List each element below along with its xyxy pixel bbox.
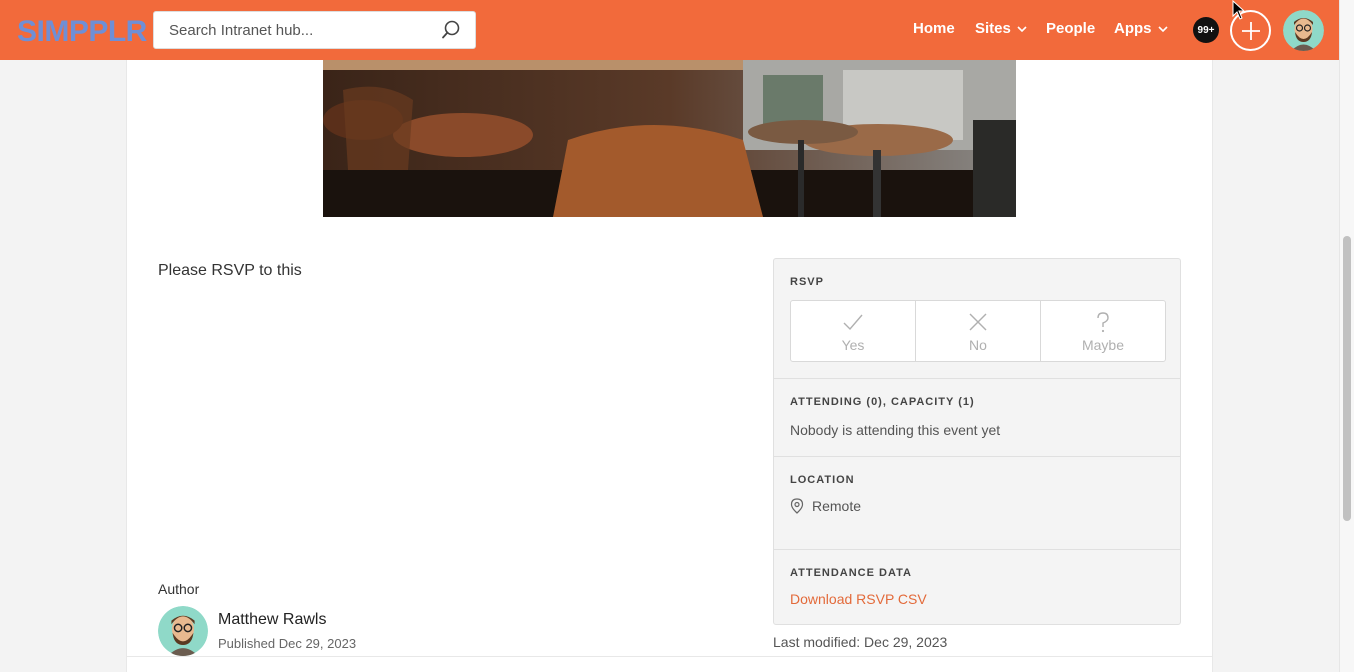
rsvp-no-label: No (969, 337, 987, 353)
section-divider (774, 378, 1180, 379)
question-icon (1097, 312, 1109, 333)
nav-home[interactable]: Home (913, 20, 955, 37)
rsvp-panel: RSVP Yes No Maybe ATTENDING (0), CAPACIT… (773, 258, 1181, 625)
rsvp-no-button[interactable]: No (916, 301, 1041, 361)
scrollbar-thumb[interactable] (1343, 236, 1351, 521)
logo[interactable]: SIMPPLR (17, 15, 147, 49)
close-icon (969, 313, 987, 331)
section-divider (774, 549, 1180, 550)
top-navigation-bar: SIMPPLR Home Sites People Apps 99+ (0, 0, 1339, 60)
attendance-title: ATTENDANCE DATA (790, 567, 912, 579)
location-value: Remote (812, 498, 862, 514)
user-avatar[interactable] (1283, 10, 1324, 51)
page-scrollbar[interactable] (1339, 0, 1354, 672)
rsvp-title: RSVP (790, 276, 824, 288)
nav-sites-label: Sites (975, 20, 1011, 37)
chevron-down-icon (1157, 25, 1168, 32)
author-label: Author (158, 581, 200, 597)
attending-title: ATTENDING (0), CAPACITY (1) (790, 396, 975, 408)
avatar-image (158, 606, 208, 656)
nav-sites[interactable]: Sites (975, 20, 1027, 37)
search-input[interactable] (154, 12, 424, 48)
notifications-badge[interactable]: 99+ (1193, 17, 1219, 43)
location-row: Remote (790, 498, 861, 514)
author-avatar[interactable] (158, 606, 208, 656)
card-bottom-divider (126, 656, 1213, 657)
author-name[interactable]: Matthew Rawls (218, 611, 326, 629)
chevron-down-icon (1017, 25, 1027, 32)
section-divider (774, 456, 1180, 457)
last-modified: Last modified: Dec 29, 2023 (773, 634, 948, 650)
nav-home-label: Home (913, 20, 955, 37)
plus-icon (1241, 21, 1260, 40)
download-rsvp-csv-link[interactable]: Download RSVP CSV (790, 591, 927, 607)
search-icon[interactable] (441, 20, 461, 40)
location-pin-icon (790, 498, 804, 514)
check-icon (843, 314, 863, 331)
rsvp-yes-label: Yes (841, 337, 865, 353)
nav-people-label: People (1046, 20, 1096, 37)
rsvp-maybe-label: Maybe (1081, 337, 1125, 353)
nav-apps[interactable]: Apps (1114, 20, 1168, 37)
event-cover-image (323, 60, 1016, 217)
rsvp-yes-button[interactable]: Yes (791, 301, 916, 361)
search-box[interactable] (153, 11, 476, 49)
published-date: Published Dec 29, 2023 (218, 636, 357, 651)
event-description: Please RSVP to this (158, 262, 302, 279)
nav-apps-label: Apps (1114, 20, 1152, 37)
attending-text: Nobody is attending this event yet (790, 422, 1001, 438)
mouse-cursor-icon (1232, 0, 1246, 20)
nav-people[interactable]: People (1046, 20, 1095, 37)
location-title: LOCATION (790, 474, 855, 486)
avatar-image (1283, 10, 1324, 51)
rsvp-maybe-button[interactable]: Maybe (1041, 301, 1165, 361)
rsvp-options: Yes No Maybe (790, 300, 1166, 362)
